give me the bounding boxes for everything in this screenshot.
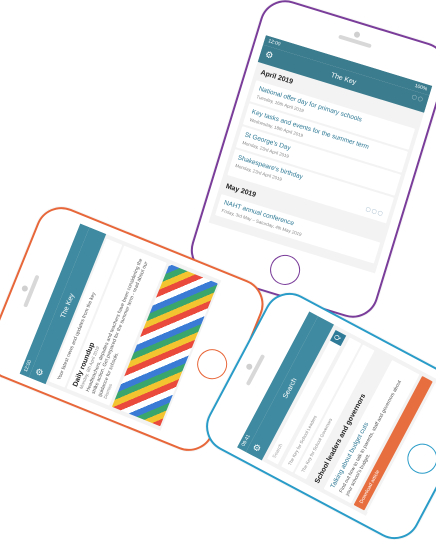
camera [20, 284, 29, 293]
result-thumbnail [393, 493, 429, 516]
search-placeholder: Search [271, 442, 285, 460]
events-screen: 12:00 100% ⚙ The Key ⬡⬡ April 2019 Natio… [208, 35, 433, 274]
home-button[interactable] [266, 251, 304, 289]
app-title: The Key [59, 292, 76, 320]
app-title: Search [281, 376, 299, 400]
gear-icon[interactable]: ⚙ [251, 442, 264, 454]
hexagon-pattern-icon: ⬡⬡ [410, 94, 425, 104]
gear-icon[interactable]: ⚙ [33, 367, 45, 378]
gear-icon[interactable]: ⚙ [264, 49, 275, 61]
home-button[interactable] [402, 438, 436, 480]
search-icon[interactable]: Q [330, 329, 347, 347]
home-button[interactable] [192, 344, 232, 384]
search-screen: 09:41 ⚙ Search Search Q The Key for Scho… [236, 311, 436, 516]
app-title: The Key [330, 71, 358, 86]
camera [353, 30, 361, 39]
